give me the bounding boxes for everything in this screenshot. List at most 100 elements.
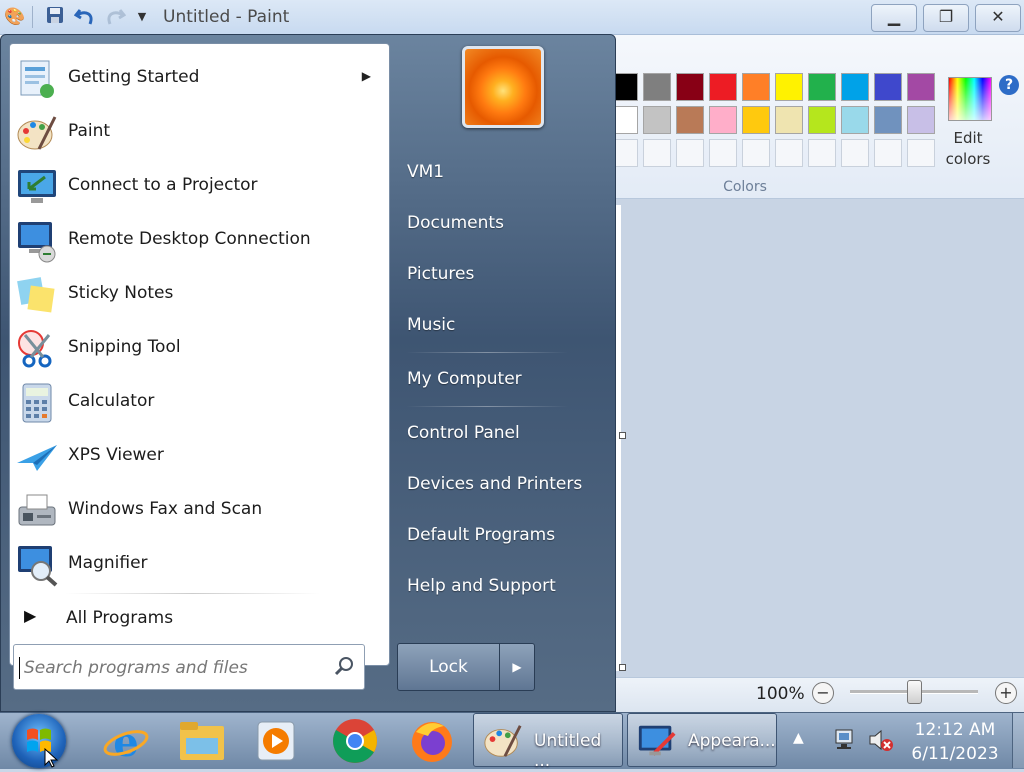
minimize-button[interactable]: ▁ xyxy=(871,4,917,32)
internet-explorer-icon[interactable]: e xyxy=(100,716,152,766)
program-connect-projector[interactable]: Connect to a Projector xyxy=(10,160,389,214)
lock-button[interactable]: Lock xyxy=(397,643,500,691)
color-swatch[interactable] xyxy=(907,73,935,101)
file-explorer-icon[interactable] xyxy=(176,716,228,766)
restore-button[interactable]: ❐ xyxy=(923,4,969,32)
all-programs-arrow-icon: ▶ xyxy=(24,606,37,625)
taskbar-task-appearance[interactable]: Appeara... xyxy=(627,713,777,767)
task-label: Untitled ... xyxy=(534,731,602,771)
all-programs-label: All Programs xyxy=(66,608,174,628)
color-swatch[interactable] xyxy=(676,106,704,134)
program-label: Getting Started xyxy=(68,67,200,87)
places-divider xyxy=(406,406,568,407)
custom-color-slot[interactable] xyxy=(775,139,803,167)
sticky-notes-icon xyxy=(17,277,55,313)
color-swatch[interactable] xyxy=(775,73,803,101)
place-vm1[interactable]: VM1 xyxy=(394,154,609,190)
place-default-programs[interactable]: Default Programs xyxy=(394,517,609,553)
color-swatch[interactable] xyxy=(676,73,704,101)
color-swatch[interactable] xyxy=(742,106,770,134)
media-player-icon[interactable] xyxy=(250,716,302,766)
color-swatch[interactable] xyxy=(775,106,803,134)
program-snipping-tool[interactable]: Snipping Tool xyxy=(10,322,389,376)
shutdown-options-arrow-icon[interactable]: ▶ xyxy=(499,643,535,691)
color-swatch[interactable] xyxy=(874,73,902,101)
all-programs-button[interactable]: ▶ All Programs xyxy=(10,599,389,635)
program-magnifier[interactable]: Magnifier xyxy=(10,538,389,592)
custom-color-slot[interactable] xyxy=(808,139,836,167)
program-paint[interactable]: Paint xyxy=(10,106,389,160)
show-desktop-button[interactable] xyxy=(1012,713,1024,768)
resize-handle-right[interactable] xyxy=(619,432,626,439)
place-control-panel[interactable]: Control Panel xyxy=(394,415,609,451)
task-label: Appeara... xyxy=(688,731,776,751)
help-icon[interactable]: ? xyxy=(999,75,1019,95)
custom-color-slot[interactable] xyxy=(841,139,869,167)
custom-color-slot[interactable] xyxy=(742,139,770,167)
color-swatch[interactable] xyxy=(709,73,737,101)
place-music[interactable]: Music xyxy=(394,307,609,343)
programs-pane: Getting Started ▶ Paint Connect to a Pro… xyxy=(9,43,390,666)
program-remote-desktop[interactable]: Remote Desktop Connection xyxy=(10,214,389,268)
color-swatch[interactable] xyxy=(841,73,869,101)
color-swatch[interactable] xyxy=(742,73,770,101)
color-swatch[interactable] xyxy=(907,106,935,134)
place-label: Music xyxy=(407,315,456,335)
clock-date[interactable]: 6/11/2023 xyxy=(905,744,1005,764)
clock-time[interactable]: 12:12 AM xyxy=(905,720,1005,740)
place-my-computer[interactable]: My Computer xyxy=(394,361,609,397)
color-swatch[interactable] xyxy=(643,73,671,101)
submenu-arrow-icon[interactable]: ▶ xyxy=(362,69,371,83)
resize-handle-corner[interactable] xyxy=(619,664,626,671)
search-icon[interactable] xyxy=(333,655,355,677)
place-devices-printers[interactable]: Devices and Printers xyxy=(394,466,609,502)
program-sticky-notes[interactable]: Sticky Notes xyxy=(10,268,389,322)
edit-colors-icon[interactable] xyxy=(948,77,992,121)
zoom-out-button[interactable]: − xyxy=(812,682,834,704)
place-label: Default Programs xyxy=(407,525,556,545)
remote-desktop-icon xyxy=(18,222,56,263)
chrome-icon[interactable] xyxy=(329,716,381,766)
place-label: Control Panel xyxy=(407,423,520,443)
custom-color-slot[interactable] xyxy=(643,139,671,167)
volume-muted-icon[interactable] xyxy=(867,728,895,752)
program-getting-started[interactable]: Getting Started ▶ xyxy=(10,52,389,106)
network-icon[interactable] xyxy=(832,728,858,752)
place-pictures[interactable]: Pictures xyxy=(394,256,609,292)
user-picture[interactable] xyxy=(462,46,544,128)
search-input[interactable]: Search programs and files xyxy=(13,644,365,690)
color-swatch[interactable] xyxy=(808,106,836,134)
program-calculator[interactable]: Calculator xyxy=(10,376,389,430)
custom-color-slot[interactable] xyxy=(709,139,737,167)
place-help-support[interactable]: Help and Support xyxy=(394,568,609,604)
program-fax-scan[interactable]: Windows Fax and Scan xyxy=(10,484,389,538)
edit-colors-button[interactable]: Edit colors xyxy=(940,128,996,170)
color-swatch[interactable] xyxy=(643,106,671,134)
program-xps-viewer[interactable]: XPS Viewer xyxy=(10,430,389,484)
color-swatch[interactable] xyxy=(841,106,869,134)
place-label: Help and Support xyxy=(407,576,556,596)
redo-icon[interactable] xyxy=(104,6,127,28)
save-icon[interactable] xyxy=(44,6,66,28)
close-button[interactable]: ✕ xyxy=(975,4,1021,32)
firefox-icon[interactable] xyxy=(406,716,458,766)
paint-app-icon[interactable]: 🎨 xyxy=(4,6,26,28)
qat-customize-icon[interactable]: ▼ xyxy=(131,6,153,28)
show-hidden-icons-button[interactable]: ▲ xyxy=(793,730,804,746)
color-swatch[interactable] xyxy=(874,106,902,134)
place-label: My Computer xyxy=(407,369,522,389)
color-swatch[interactable] xyxy=(808,73,836,101)
place-documents[interactable]: Documents xyxy=(394,205,609,241)
zoom-slider-thumb[interactable] xyxy=(907,680,922,704)
undo-icon[interactable] xyxy=(73,6,96,28)
custom-color-slot[interactable] xyxy=(907,139,935,167)
getting-started-icon xyxy=(20,60,54,98)
custom-color-slot[interactable] xyxy=(874,139,902,167)
color-swatch[interactable] xyxy=(709,106,737,134)
program-label: XPS Viewer xyxy=(68,445,164,465)
program-label: Paint xyxy=(68,121,111,141)
zoom-in-button[interactable]: + xyxy=(995,682,1017,704)
custom-color-slot[interactable] xyxy=(676,139,704,167)
taskbar-task-paint[interactable]: Untitled ... xyxy=(473,713,623,771)
program-label: Snipping Tool xyxy=(68,337,181,357)
